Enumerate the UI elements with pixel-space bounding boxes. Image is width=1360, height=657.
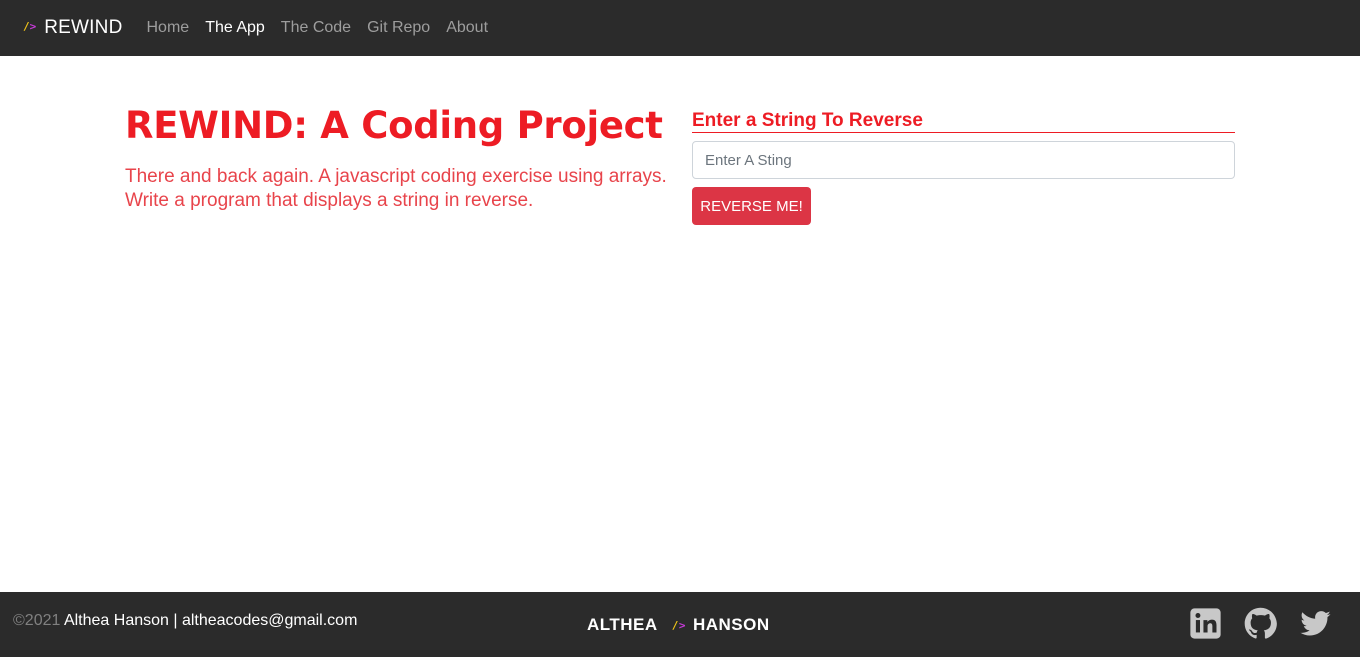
nav-link-the-app[interactable]: The App bbox=[205, 19, 265, 37]
navbar: / > REWIND Home The App The Code Git Repo… bbox=[0, 0, 1360, 56]
twitter-icon bbox=[1300, 611, 1331, 636]
linkedin-link[interactable] bbox=[1189, 607, 1222, 640]
page-description: There and back again. A javascript codin… bbox=[125, 166, 667, 211]
footer-logo-icon: /> bbox=[672, 619, 686, 632]
footer: ©2021 Althea Hanson | altheacodes@gmail.… bbox=[0, 592, 1360, 657]
page-title: REWIND: A Coding Project bbox=[125, 104, 663, 147]
nav-link-home[interactable]: Home bbox=[147, 19, 190, 37]
logo-gt: > bbox=[29, 19, 37, 33]
code-logo-icon: / > bbox=[23, 20, 36, 33]
reverse-button[interactable]: REVERSE ME! bbox=[692, 187, 811, 225]
footer-logo-slash: / bbox=[671, 618, 679, 632]
string-input[interactable] bbox=[692, 141, 1235, 179]
contact-text: Althea Hanson | altheacodes@gmail.com bbox=[60, 612, 358, 629]
github-link[interactable] bbox=[1244, 607, 1277, 640]
footer-logo-right: HANSON bbox=[692, 615, 770, 634]
github-icon bbox=[1244, 607, 1277, 639]
footer-logo: ALTHEA /> HANSON bbox=[587, 615, 770, 635]
brand-name: REWIND bbox=[44, 17, 123, 38]
nav-link-about[interactable]: About bbox=[446, 19, 488, 37]
footer-logo-left: ALTHEA bbox=[587, 615, 658, 634]
linkedin-icon bbox=[1190, 608, 1221, 639]
nav-link-the-code[interactable]: The Code bbox=[281, 19, 351, 37]
twitter-link[interactable] bbox=[1299, 607, 1332, 640]
footer-logo-gt: > bbox=[678, 618, 686, 632]
copyright-year: ©2021 bbox=[13, 612, 61, 629]
nav-links: Home The App The Code Git Repo About bbox=[147, 19, 505, 37]
logo-slash: / bbox=[23, 19, 30, 33]
social-links bbox=[1189, 607, 1332, 640]
footer-copyright: ©2021 Althea Hanson | altheacodes@gmail.… bbox=[13, 612, 357, 630]
nav-link-git-repo[interactable]: Git Repo bbox=[367, 19, 430, 37]
brand-link[interactable]: / > REWIND bbox=[23, 0, 123, 56]
form-heading: Enter a String To Reverse bbox=[692, 110, 1235, 133]
